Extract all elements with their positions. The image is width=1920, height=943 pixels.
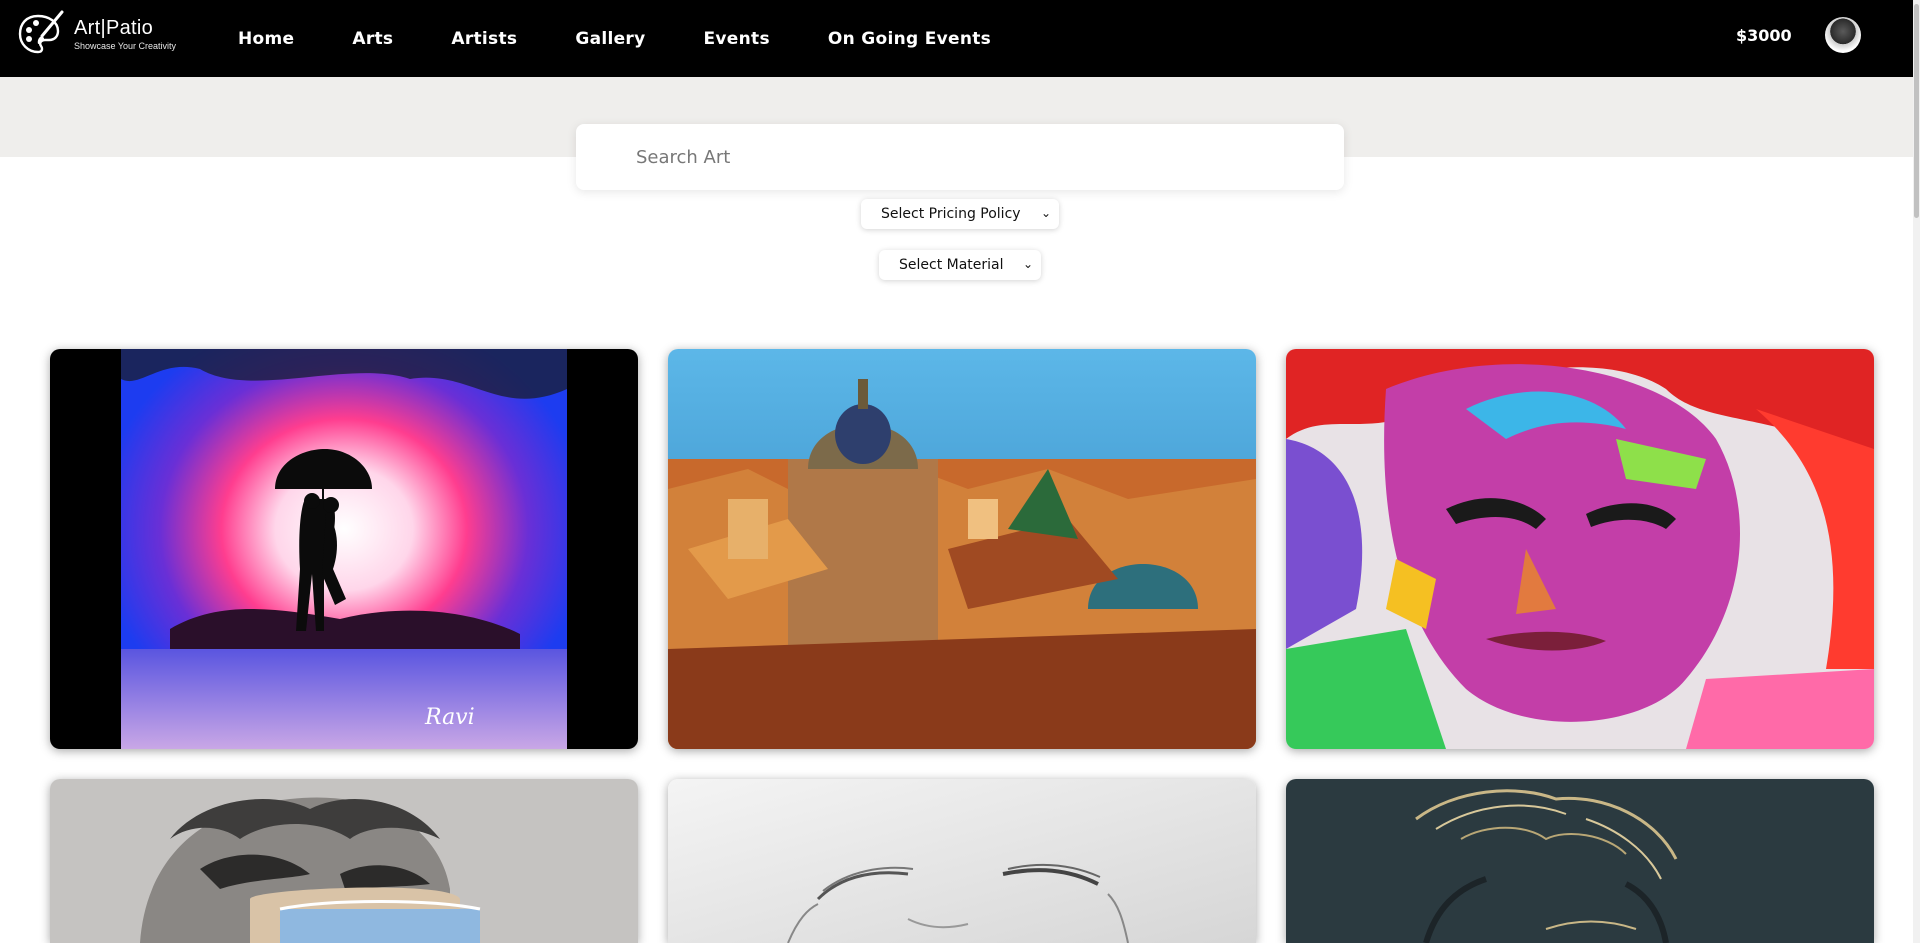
statue-with-mask-illustration [50, 779, 638, 943]
material-select[interactable]: Select Material ⌄ [879, 250, 1041, 280]
art-card[interactable] [668, 779, 1256, 943]
scrollbar-thumb[interactable] [1914, 4, 1919, 218]
chevron-down-icon: ⌄ [1040, 206, 1051, 220]
art-card[interactable] [668, 349, 1256, 749]
line-art-portrait-on-dark [1286, 779, 1874, 943]
art-card[interactable]: Ravi [50, 349, 638, 749]
signature: Ravi [424, 705, 475, 730]
nav-events[interactable]: Events [704, 29, 770, 49]
brand[interactable]: Art|Patio Showcase Your Creativity [16, 10, 176, 58]
brand-tagline: Showcase Your Creativity [74, 40, 177, 51]
top-navbar: Art|Patio Showcase Your Creativity Home … [0, 0, 1920, 77]
wallet-balance[interactable]: $3000 [1736, 26, 1792, 45]
brand-name: Art|Patio [74, 16, 154, 39]
couple-under-umbrella-painting: Ravi [50, 349, 638, 749]
nav-links: Home Arts Artists Gallery Events On Goin… [238, 0, 1049, 77]
nav-artists[interactable]: Artists [451, 29, 517, 49]
user-avatar[interactable] [1825, 17, 1861, 53]
pricing-policy-select[interactable]: Select Pricing Policy ⌄ [861, 199, 1059, 229]
art-card[interactable] [1286, 779, 1874, 943]
colorful-city-domes-painting [668, 349, 1256, 749]
search-box[interactable] [576, 124, 1344, 190]
pricing-policy-value: Select Pricing Policy [881, 206, 1021, 222]
nav-gallery[interactable]: Gallery [575, 29, 645, 49]
material-value: Select Material [899, 257, 1004, 273]
palette-brush-icon [18, 10, 64, 54]
art-card[interactable] [1286, 349, 1874, 749]
chevron-down-icon: ⌄ [1022, 257, 1033, 271]
abstract-colorful-face-painting [1286, 349, 1874, 749]
pencil-sketch-portrait [668, 779, 1256, 943]
nav-ongoing-events[interactable]: On Going Events [828, 29, 991, 49]
art-card[interactable] [50, 779, 638, 943]
search-input[interactable] [636, 144, 1316, 170]
nav-home[interactable]: Home [238, 29, 294, 49]
nav-arts[interactable]: Arts [352, 29, 393, 49]
